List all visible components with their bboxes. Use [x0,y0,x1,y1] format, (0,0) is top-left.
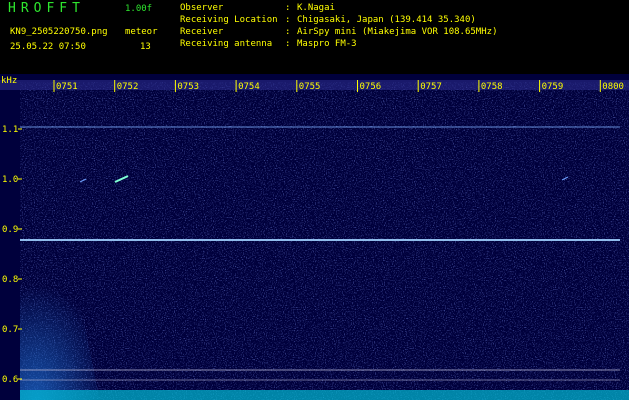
header-panel: HROFFT 1.00f KN9_2505220750.png 25.05.22… [0,0,629,74]
file-name: KN9_2505220750.png [10,27,108,37]
file-datetime: 25.05.22 07:50 [10,42,86,52]
info-label-antenna: Receiving antenna [180,39,273,49]
time-tick-label: 0800 [602,82,624,92]
time-tick-label: 0756 [360,82,382,92]
time-tick-label: 0751 [56,82,78,92]
time-tick-label: 0755 [299,82,321,92]
info-value-location: Chigasaki, Japan (139.414 35.340) [297,15,476,25]
time-tick-label: 0752 [117,82,139,92]
time-tick-label: 0757 [420,82,442,92]
y-tick-label: 0.8 [2,275,18,285]
y-tick-label: 0.6 [2,375,18,385]
y-tick-label: 1.0 [2,175,18,185]
info-label-receiver: Receiver [180,27,224,37]
detection-count: 13 [140,42,151,52]
y-tick-label: 0.9 [2,225,18,235]
detection-type: meteor [125,27,158,37]
info-sep: : [285,3,291,13]
info-label-observer: Observer [180,3,224,13]
time-tick-label: 0758 [481,82,503,92]
info-value-receiver: AirSpy mini (Miakejima VOR 108.65MHz) [297,27,498,37]
bottom-signal-band [20,390,629,400]
time-tick-label: 0759 [542,82,564,92]
axis-unit-label: kHz [1,76,17,86]
info-sep: : [285,39,291,49]
info-value-observer: K.Nagai [297,3,335,13]
info-value-antenna: Maspro FM-3 [297,39,357,49]
app-version: 1.00f [125,4,153,14]
info-label-location: Receiving Location [180,15,278,25]
time-tick-label: 0754 [238,82,260,92]
info-sep: : [285,27,291,37]
y-tick-label: 1.1 [2,125,18,135]
y-tick-label: 0.7 [2,325,18,335]
app-title: HROFFT [8,1,85,16]
spectrogram-plot[interactable]: 1.1 1.0 0.9 0.8 0.7 0.6 0751 0752 0753 0754 0755 0… [0,74,629,400]
time-tick-label: 0753 [177,82,199,92]
info-sep: : [285,15,291,25]
